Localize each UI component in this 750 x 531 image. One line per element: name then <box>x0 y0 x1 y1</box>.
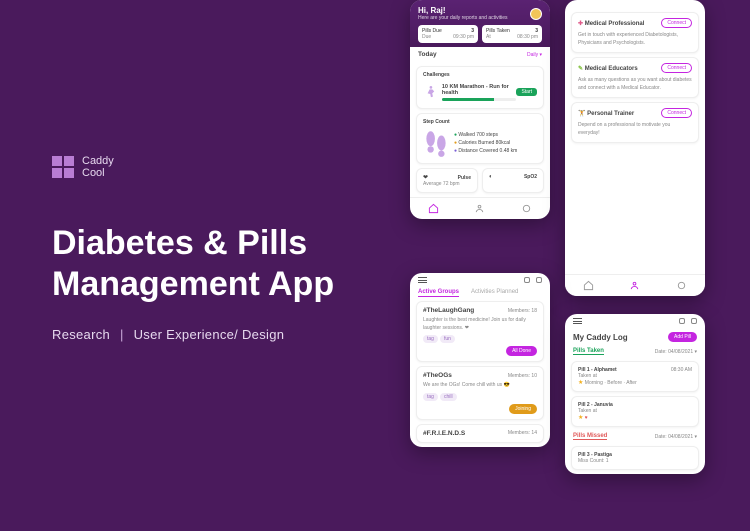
pills-taken-time: 08:30 pm <box>517 34 538 40</box>
date-filter-1[interactable]: Date: 04/08/2021 ▾ <box>655 349 697 355</box>
community-icon[interactable] <box>629 280 640 291</box>
group-card-3: #F.R.I.E.N.D.S Members: 14 <box>416 424 544 443</box>
brand-logo: Caddy Cool <box>52 155 392 179</box>
trainer-title: Personal Trainer <box>587 111 634 117</box>
search-icon[interactable] <box>536 277 542 283</box>
brand-line2: Cool <box>82 167 114 179</box>
group2-name: #TheOGs <box>423 372 452 379</box>
top-bar <box>565 314 705 328</box>
phone-groups: Active Groups Activities Planned #TheLau… <box>410 273 550 447</box>
pulse-card: ❤Pulse Average 72 bpm <box>416 168 478 193</box>
hamburger-icon[interactable] <box>418 277 427 283</box>
group3-members: Members: 14 <box>508 430 537 436</box>
stepcount-label: Step Count <box>423 119 537 125</box>
title-line1: Diabetes & Pills <box>52 224 307 262</box>
add-pill-button[interactable]: Add Pill <box>668 332 697 342</box>
group1-name: #TheLaughGang <box>423 307 474 314</box>
challenges-label: Challenges <box>423 72 537 78</box>
pills-due-card: Pills Due3 Due09:30 pm <box>418 25 478 43</box>
separator: | <box>120 327 124 342</box>
stepcount-card: Step Count ● Walked 700 steps ● Calories… <box>416 113 544 164</box>
spo2-label: SpO2 <box>524 174 537 180</box>
brand-line1: Caddy <box>82 155 114 167</box>
connect-button-2[interactable]: Connect <box>661 63 692 73</box>
bell-icon[interactable] <box>524 277 530 283</box>
pill-row-3: Pill 3 - Pastiga Miss Count: 1 <box>571 446 699 470</box>
group1-button[interactable]: All Done <box>506 346 537 356</box>
runner-icon <box>423 81 439 103</box>
spo2-card: ◐SpO2 <box>482 168 544 193</box>
pills-taken-card: Pills Taken3 At08:30 pm <box>482 25 542 43</box>
pills-icon[interactable] <box>521 203 532 214</box>
page-title: Diabetes & Pills Management App <box>52 223 392 305</box>
group-card-2: #TheOGs Members: 10 We are the OGs! Come … <box>416 366 544 420</box>
connect-card-3: 🏋 Personal TrainerConnect Depend on a pr… <box>571 102 699 143</box>
connect-button-3[interactable]: Connect <box>661 108 692 118</box>
subtitle-right: User Experience/ Design <box>134 327 285 342</box>
tab-active-groups[interactable]: Active Groups <box>418 289 459 297</box>
pulse-value: Average 72 bpm <box>423 181 471 187</box>
avatar[interactable] <box>530 8 542 20</box>
group2-body: We are the OGs! Come chill with us 😎 <box>423 382 537 390</box>
groups-tabs: Active Groups Activities Planned <box>418 289 542 297</box>
pill-row-1: Pill 1 - Alphamet08:30 AM Taken at ★ Mor… <box>571 361 699 392</box>
group-card-1: #TheLaughGang Members: 18 Laughter is the… <box>416 301 544 362</box>
tab-activities[interactable]: Activities Planned <box>471 289 518 297</box>
subtitle-left: Research <box>52 327 110 342</box>
hero-left: Caddy Cool Diabetes & Pills Management A… <box>52 155 392 342</box>
greeting-sub: Here are your daily reports and activiti… <box>418 15 508 21</box>
phone-caddylog: My Caddy Log Add Pill Pills Taken Date: … <box>565 314 705 474</box>
phone-connect: ✚ Medical ProfessionalConnect Get in tou… <box>565 0 705 296</box>
tab-bar <box>410 197 550 219</box>
pills-taken-tab: Pills Taken <box>573 348 604 355</box>
greeting: Hi, Raj! <box>418 6 508 15</box>
home-icon[interactable] <box>583 280 594 291</box>
connect-card-2: ✎ Medical EducatorsConnect Ask as many q… <box>571 57 699 98</box>
medpro-title: Medical Professional <box>585 21 645 27</box>
distance-stat: Distance Covered 0.48 km <box>458 148 517 154</box>
logo-mark <box>52 156 74 178</box>
pill3-sub: Miss Count: 1 <box>578 458 692 464</box>
footsteps-icon <box>423 128 449 158</box>
community-icon[interactable] <box>474 203 485 214</box>
today-label: Today <box>418 51 437 58</box>
mededu-body: Ask as many questions as you want about … <box>578 77 692 92</box>
connect-button-1[interactable]: Connect <box>661 18 692 28</box>
group2-members: Members: 10 <box>508 373 537 379</box>
caddylog-title: My Caddy Log <box>573 333 628 342</box>
trainer-body: Depend on a professional to motivate you… <box>578 122 692 137</box>
bell-icon[interactable] <box>679 318 685 324</box>
calories-stat: Calories Burned 80kcal <box>458 140 510 146</box>
pill1-time: 08:30 AM <box>671 367 692 373</box>
home-header: Hi, Raj! Here are your daily reports and… <box>410 0 550 47</box>
group1-body: Laughter is the best medicine! Join us f… <box>423 317 537 332</box>
pills-due-time: 09:30 pm <box>453 34 474 40</box>
group1-members: Members: 18 <box>508 308 537 314</box>
pills-icon[interactable] <box>676 280 687 291</box>
home-icon[interactable] <box>428 203 439 214</box>
walked-stat: Walked 700 steps <box>458 132 498 138</box>
tab-bar <box>565 274 705 296</box>
pill-row-2: Pill 2 - Januvia Taken at ★ ♥ <box>571 396 699 427</box>
title-line2: Management App <box>52 265 334 303</box>
pulse-label: Pulse <box>458 175 471 181</box>
pills-missed-tab: Pills Missed <box>573 433 607 440</box>
daily-dropdown[interactable]: Daily ▾ <box>527 52 542 58</box>
connect-card-1: ✚ Medical ProfessionalConnect Get in tou… <box>571 12 699 53</box>
top-bar <box>410 273 550 287</box>
group2-button[interactable]: Joining <box>509 404 537 414</box>
search-icon[interactable] <box>691 318 697 324</box>
medpro-body: Get in touch with experienced Diabetolog… <box>578 32 692 47</box>
date-filter-2[interactable]: Date: 04/08/2021 ▾ <box>655 434 697 440</box>
start-button[interactable]: Start <box>516 88 537 96</box>
group3-name: #F.R.I.E.N.D.S <box>423 430 465 437</box>
challenges-card: Challenges 10 KM Marathon - Run for heal… <box>416 66 544 109</box>
mededu-title: Medical Educators <box>585 66 638 72</box>
subtitle: Research | User Experience/ Design <box>52 327 392 342</box>
logo-text: Caddy Cool <box>82 155 114 179</box>
phone-home: Hi, Raj! Here are your daily reports and… <box>410 0 550 219</box>
hamburger-icon[interactable] <box>573 318 582 324</box>
challenge-title: 10 KM Marathon - Run for health <box>442 84 517 96</box>
